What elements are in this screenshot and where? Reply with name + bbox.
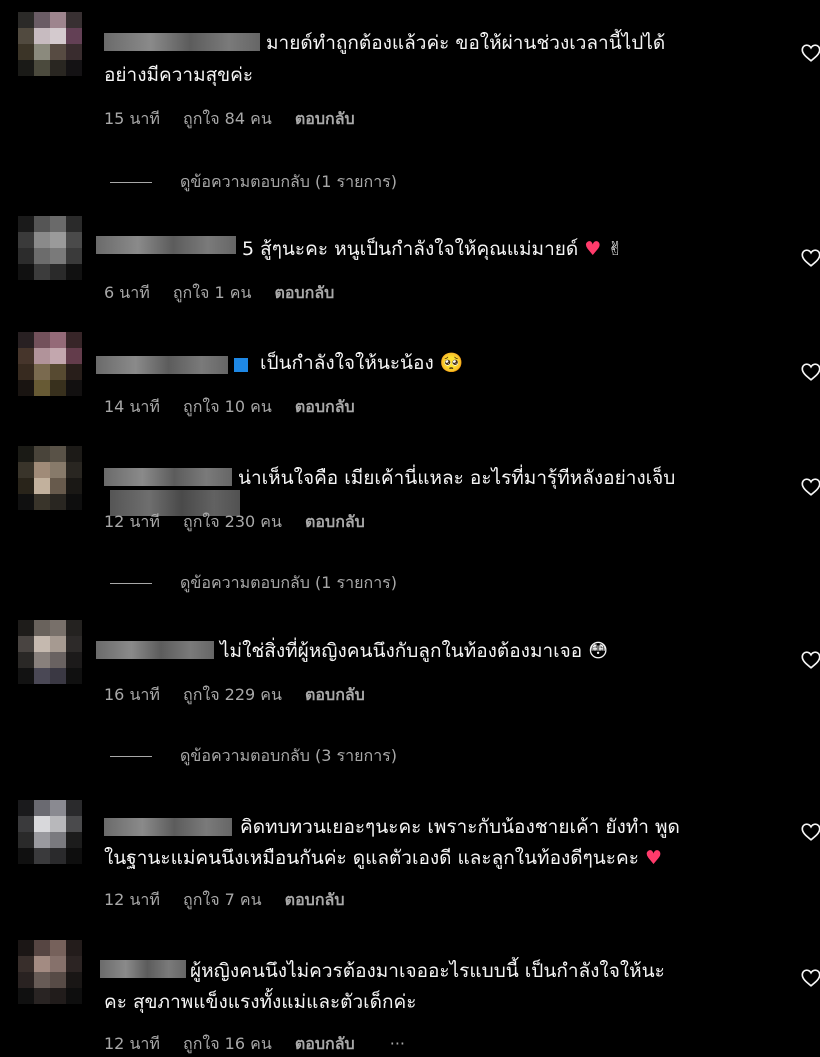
verified-badge [234,358,248,372]
reply-button[interactable]: ตอบกลับ [285,890,345,909]
reply-button[interactable]: ตอบกลับ [305,512,365,531]
like-count[interactable]: ถูกใจ 230 คน [183,512,282,531]
avatar[interactable] [18,446,82,510]
heart-outline-icon[interactable] [800,42,820,64]
timestamp: 14 นาที [104,397,160,416]
comment-meta: 12 นาที ถูกใจ 7 คน ตอบกลับ [104,888,362,913]
timestamp: 15 นาที [104,109,160,128]
avatar[interactable] [18,800,82,864]
comment-meta: 12 นาที ถูกใจ 230 คน ตอบกลับ [104,510,383,535]
view-replies-button[interactable]: ดูข้อความตอบกลับ (1 รายการ) [110,571,397,596]
heart-outline-icon[interactable] [800,821,820,843]
red-heart-emoji: ♥ [644,847,662,869]
username[interactable] [96,356,228,374]
comment-text: เป็นกำลังใจให้นะน้อง 🥺 [260,352,464,374]
reply-button[interactable]: ตอบกลับ [295,109,355,128]
like-count[interactable]: ถูกใจ 16 คน [183,1034,272,1053]
pleading-face-emoji: 🥺 [439,352,464,374]
divider-line [110,583,152,584]
view-replies-label: ดูข้อความตอบกลับ (1 รายการ) [180,573,398,592]
victory-hand-emoji: ✌ [607,238,624,260]
heart-outline-icon[interactable] [800,476,820,498]
red-heart-emoji: ♥ [584,238,602,260]
heart-outline-icon[interactable] [800,361,820,383]
heart-outline-icon[interactable] [800,247,820,269]
reply-button[interactable]: ตอบกลับ [295,397,355,416]
username[interactable] [100,960,186,978]
comment-text: ไม่ใช่สิ่งที่ผู้หญิงคนนึงกับลูกในท้องต้อ… [220,640,609,662]
reply-button[interactable]: ตอบกลับ [295,1034,355,1053]
comment-text: ผู้หญิงคนนึงไม่ควรต้องมาเจออะไรแบบนี้ เป… [190,960,665,982]
timestamp: 12 นาที [104,890,160,909]
username[interactable] [96,236,236,254]
like-count[interactable]: ถูกใจ 84 คน [183,109,272,128]
view-replies-label: ดูข้อความตอบกลับ (1 รายการ) [180,172,398,191]
comment-text-line2: คะ สุขภาพแข็งแรงทั้งแม่และตัวเด็กค่ะ [104,991,417,1013]
more-options-button[interactable]: ··· [390,1034,405,1053]
avatar[interactable] [18,332,82,396]
comment-text: มายด์ทำถูกต้องแล้วค่ะ ขอให้ผ่านช่วงเวลาน… [266,32,666,54]
divider-line [110,756,152,757]
heart-outline-icon[interactable] [800,649,820,671]
view-replies-button[interactable]: ดูข้อความตอบกลับ (3 รายการ) [110,744,397,769]
like-count[interactable]: ถูกใจ 229 คน [183,685,282,704]
like-count[interactable]: ถูกใจ 7 คน [183,890,262,909]
username[interactable] [104,468,232,486]
view-replies-label: ดูข้อความตอบกลับ (3 รายการ) [180,746,398,765]
divider-line [110,182,152,183]
comment-text: 5 สู้ๆนะคะ หนูเป็นกำลังใจให้คุณแม่มายด์ … [242,238,624,260]
like-count[interactable]: ถูกใจ 1 คน [173,283,252,302]
comment-meta: 14 นาที ถูกใจ 10 คน ตอบกลับ [104,395,373,420]
comment-meta: 15 นาที ถูกใจ 84 คน ตอบกลับ [104,107,373,132]
comment-text-line2: อย่างมีความสุขค่ะ [104,64,254,86]
reply-button[interactable]: ตอบกลับ [305,685,365,704]
timestamp: 16 นาที [104,685,160,704]
reply-button[interactable]: ตอบกลับ [274,283,334,302]
comment-meta: 12 นาที ถูกใจ 16 คน ตอบกลับ ··· [104,1032,423,1057]
comment-text: คิดทบทวนเยอะๆนะคะ เพราะกับน้องชายเค้า ยั… [240,816,680,838]
like-count[interactable]: ถูกใจ 10 คน [183,397,272,416]
avatar[interactable] [18,216,82,280]
flushed-face-emoji: 😳 [588,640,609,662]
comment-meta: 6 นาที ถูกใจ 1 คน ตอบกลับ [104,281,352,306]
timestamp: 6 นาที [104,283,150,302]
username[interactable] [104,818,232,836]
username[interactable] [96,641,214,659]
view-replies-button[interactable]: ดูข้อความตอบกลับ (1 รายการ) [110,170,397,195]
avatar[interactable] [18,940,82,1004]
timestamp: 12 นาที [104,1034,160,1053]
avatar[interactable] [18,620,82,684]
timestamp: 12 นาที [104,512,160,531]
comment-text-line2: ในฐานะแม่คนนึงเหมือนกันค่ะ ดูแลตัวเองดี … [104,847,662,869]
comment-text: น่าเห็นใจคือ เมียเค้านี่แหละ อะไรที่มารุ… [238,467,676,489]
username[interactable] [104,33,260,51]
heart-outline-icon[interactable] [800,967,820,989]
comment-meta: 16 นาที ถูกใจ 229 คน ตอบกลับ [104,683,383,708]
avatar[interactable] [18,12,82,76]
